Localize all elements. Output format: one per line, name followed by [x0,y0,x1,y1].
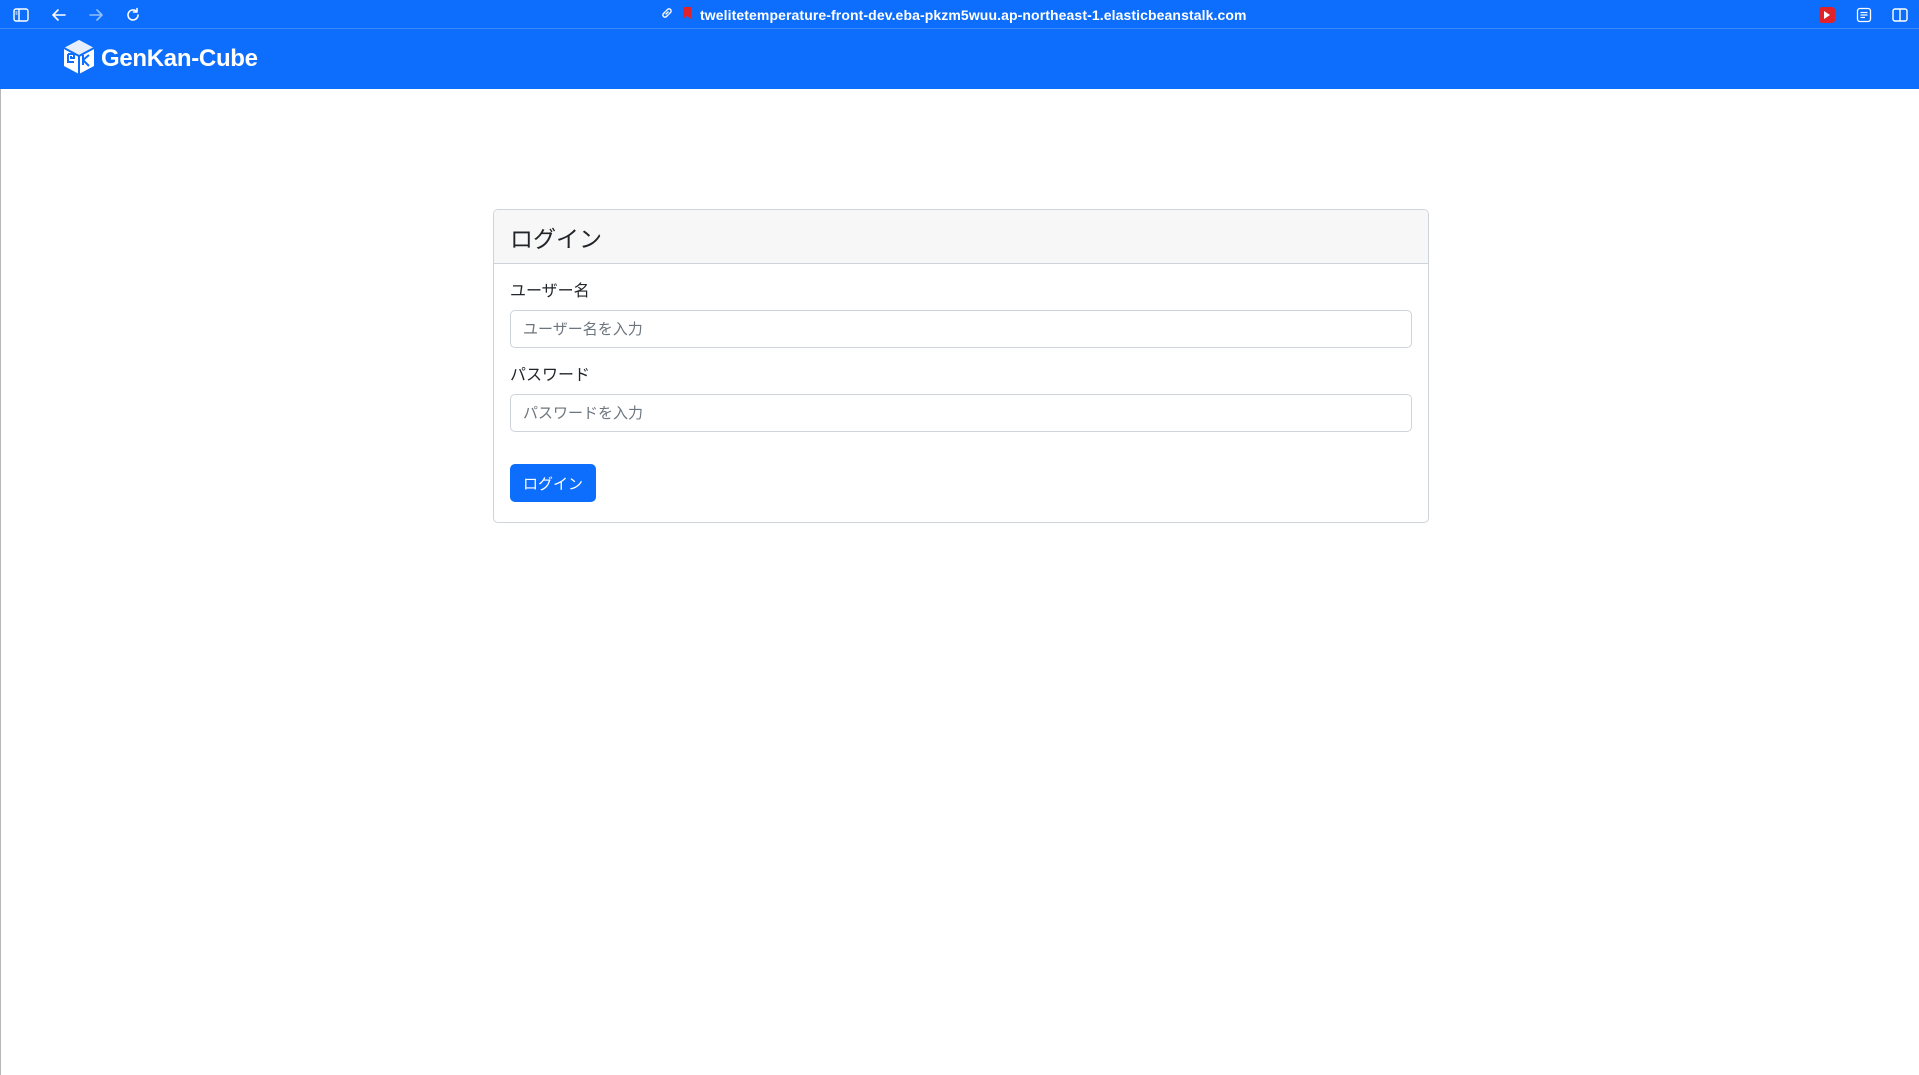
login-form: ユーザー名 パスワード ログイン [510,280,1412,502]
username-group: ユーザー名 [510,280,1412,348]
reader-icon[interactable] [1853,4,1875,26]
back-arrow-icon[interactable] [48,4,70,26]
brand-link[interactable]: GenKan-Cube [61,40,258,78]
forward-arrow-icon[interactable] [85,4,107,26]
browser-toolbar: twelitetemperature-front-dev.eba-pkzm5wu… [0,0,1919,29]
split-view-icon[interactable] [1889,4,1911,26]
page-edge-divider [0,89,1,1075]
password-group: パスワード [510,364,1412,432]
login-button[interactable]: ログイン [510,464,597,502]
app-navbar: GenKan-Cube [0,29,1919,89]
username-label: ユーザー名 [510,281,590,300]
address-bar[interactable]: twelitetemperature-front-dev.eba-pkzm5wu… [660,0,1247,29]
login-card: ログイン ユーザー名 パスワード ログイン [493,209,1429,523]
password-label: パスワード [510,365,591,384]
login-card-body: ユーザー名 パスワード ログイン [494,264,1428,518]
login-card-header: ログイン [494,210,1428,264]
reload-icon[interactable] [122,4,144,26]
username-input[interactable] [510,310,1412,348]
url-text[interactable]: twelitetemperature-front-dev.eba-pkzm5wu… [700,7,1247,23]
login-title: ログイン [510,226,602,253]
youtube-extension-icon[interactable] [1816,4,1838,26]
link-icon [660,5,674,24]
cube-logo-icon [61,38,97,80]
brand-name: GenKan-Cube [101,45,258,72]
bookmark-icon [682,5,692,24]
sidebar-toggle-icon[interactable] [10,4,32,26]
password-input[interactable] [510,394,1412,432]
